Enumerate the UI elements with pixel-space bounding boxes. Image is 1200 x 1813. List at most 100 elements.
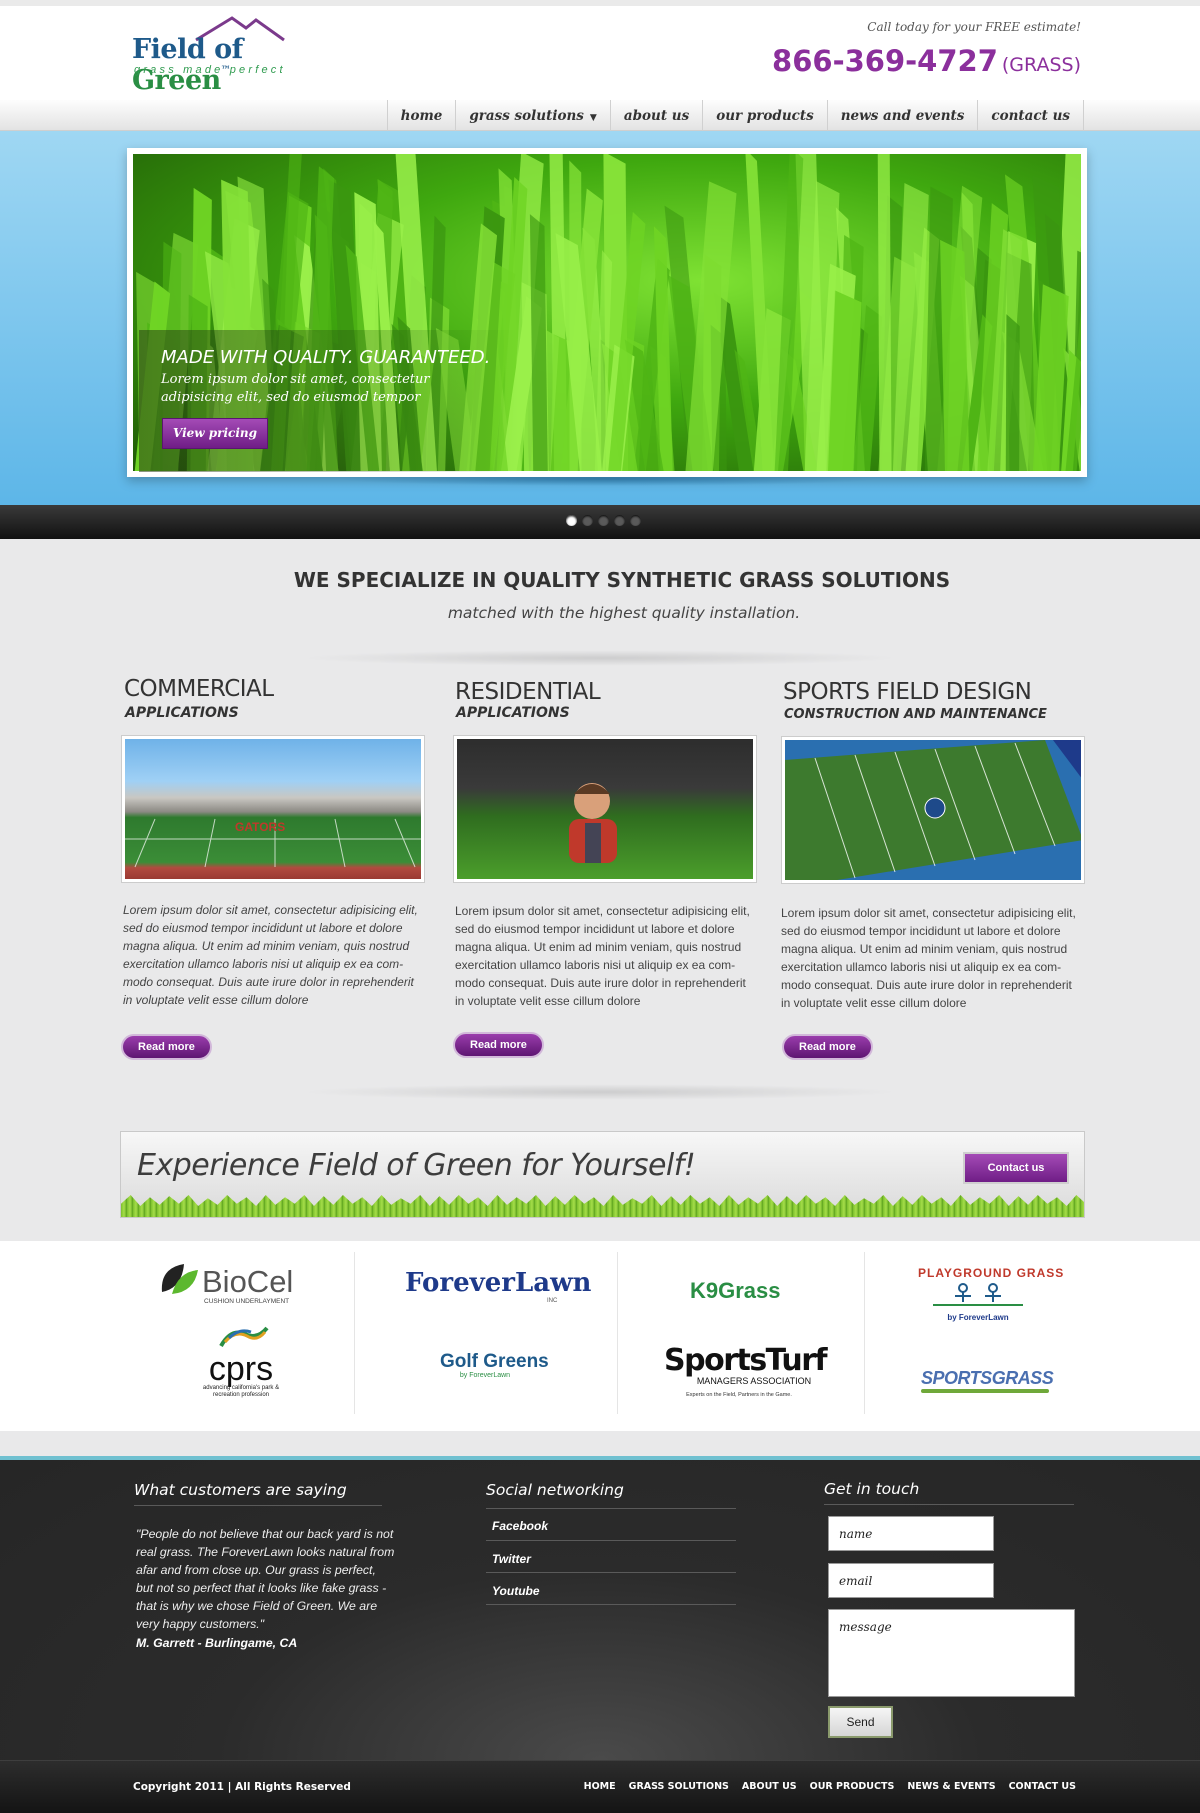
nav-bar: home grass solutions ▼ about us our produ…	[0, 100, 1200, 131]
footer-divider	[824, 1504, 1074, 1505]
footer-nav-about-us[interactable]: ABOUT US	[742, 1781, 797, 1792]
footer-divider	[486, 1540, 736, 1541]
nav-home[interactable]: home	[386, 100, 456, 131]
logo-text-field: Field of	[132, 34, 243, 65]
facebook-link[interactable]: Facebook	[492, 1519, 548, 1533]
nav-about-label: about us	[623, 108, 690, 124]
cprs-wordmark: cprs	[208, 1350, 274, 1388]
golf-greens-subtitle: by ForeverLawn	[459, 1372, 511, 1379]
cprs-flag-icon	[219, 1326, 269, 1348]
partner-separator	[864, 1252, 865, 1414]
footer-nav-home[interactable]: HOME	[584, 1781, 616, 1792]
commercial-description: Lorem ipsum dolor sit amet, consectetur …	[123, 903, 418, 1007]
message-field[interactable]: message	[828, 1609, 1075, 1697]
footer-nav-contact-us[interactable]: CONTACT US	[1009, 1781, 1076, 1792]
commercial-stadium-image: GATORS	[121, 735, 425, 883]
sports-field-heading: SPORTS FIELD DESIGN	[783, 679, 1032, 705]
copyright-text: Copyright 2011 | All Rights Reserved	[133, 1781, 351, 1793]
nav-grass-solutions[interactable]: grass solutions ▼	[455, 100, 609, 131]
residential-description: Lorem ipsum dolor sit amet, consectetur …	[455, 904, 750, 1008]
partner-separator	[354, 1252, 355, 1414]
foreverlawn-logo[interactable]: ForeverLawn INC	[405, 1268, 592, 1304]
playground-kids-icon	[933, 1283, 1023, 1306]
email-field[interactable]: email	[828, 1563, 994, 1598]
sports-field-read-more-button[interactable]: Read more	[782, 1034, 873, 1060]
golf-greens-logo[interactable]: Golf Greens by ForeverLawn	[440, 1352, 549, 1380]
logo-tagline: grass made perfect	[134, 64, 286, 76]
phone-number[interactable]: 866-369-4727 (GRASS)	[772, 44, 1081, 78]
contact-heading: Get in touch	[824, 1480, 920, 1498]
commercial-subheading: APPLICATIONS	[125, 705, 239, 721]
phone-digits: 866-369-4727	[772, 44, 998, 78]
sportsturf-logo[interactable]: SportsTurf MANAGERS ASSOCIATION Experts …	[664, 1343, 828, 1399]
experience-banner: Experience Field of Green for Yourself! …	[120, 1131, 1085, 1218]
footer-divider	[486, 1604, 736, 1605]
slider-dot-5[interactable]	[630, 515, 641, 526]
nav-products-label: our products	[716, 108, 814, 124]
contact-us-button[interactable]: Contact us	[963, 1152, 1069, 1184]
stadium-field-lines: GATORS	[125, 818, 421, 868]
site-logo[interactable]: Field of Green™ grass made perfect	[132, 14, 312, 96]
estimate-tagline: Call today for your FREE estimate!	[867, 20, 1081, 34]
foreverlawn-wordmark: ForeverLawn	[405, 1268, 592, 1298]
quote-author: M. Garrett - Burlingame, CA	[136, 1636, 298, 1650]
slider-dot-3[interactable]	[598, 515, 609, 526]
sportsgrass-underline	[921, 1389, 1049, 1393]
foreverlawn-subtitle: INC	[547, 1298, 558, 1304]
biocel-subtitle: CUSHION UNDERLAYMENT	[204, 1298, 290, 1305]
nav-contact-label: contact us	[991, 108, 1070, 124]
sportsgrass-logo[interactable]: SPORTSGRASS	[921, 1368, 1054, 1393]
hero-text: Lorem ipsum dolor sit amet, consectetur …	[161, 372, 430, 405]
footer-nav-our-products[interactable]: OUR PRODUCTS	[810, 1781, 895, 1792]
commercial-heading: COMMERCIAL	[124, 676, 274, 702]
football-field-illustration	[785, 740, 1081, 880]
residential-subheading: APPLICATIONS	[456, 705, 570, 721]
commercial-read-more-button[interactable]: Read more	[121, 1034, 212, 1060]
slider-dot-4[interactable]	[614, 515, 625, 526]
biocel-wordmark: BioCel	[202, 1264, 294, 1299]
footer-nav-grass-solutions[interactable]: GRASS SOLUTIONS	[629, 1781, 729, 1792]
view-pricing-button[interactable]: View pricing	[162, 418, 268, 449]
child-on-grass-illustration	[569, 783, 617, 863]
section-divider	[300, 650, 900, 666]
biocel-leaf-icon	[161, 1264, 198, 1294]
name-field[interactable]: name	[828, 1516, 994, 1551]
main-nav: home grass solutions ▼ about us our produ…	[386, 100, 1084, 131]
footer-divider	[486, 1572, 736, 1573]
twitter-link[interactable]: Twitter	[492, 1552, 531, 1566]
nav-about-us[interactable]: about us	[609, 100, 702, 131]
nav-news-and-events[interactable]: news and events	[826, 100, 978, 131]
specialize-subheading: matched with the highest quality install…	[447, 604, 801, 622]
residential-read-more-button[interactable]: Read more	[453, 1032, 544, 1058]
customer-quote: "People do not believe that our back yar…	[136, 1527, 395, 1631]
sportsturf-wordmark: SportsTurf	[664, 1343, 828, 1378]
nav-contact-us[interactable]: contact us	[977, 100, 1084, 131]
sports-field-aerial-image	[781, 736, 1085, 884]
specialize-heading: WE SPECIALIZE IN QUALITY SYNTHETIC GRASS…	[293, 568, 951, 592]
k9grass-logo[interactable]: K9Grass	[690, 1278, 781, 1304]
grass-border-decoration	[121, 1195, 1084, 1217]
sportsturf-tagline: Experts on the Field, Partners in the Ga…	[686, 1392, 792, 1398]
phone-suffix: (GRASS)	[1001, 54, 1081, 76]
slider-dot-2[interactable]	[582, 515, 593, 526]
social-heading: Social networking	[486, 1481, 624, 1499]
footer-nav-news-events[interactable]: NEWS & EVENTS	[907, 1781, 995, 1792]
send-button[interactable]: Send	[828, 1706, 893, 1738]
footer-nav: HOME GRASS SOLUTIONS ABOUT US OUR PRODUC…	[584, 1781, 1076, 1792]
slider-dot-1[interactable]	[566, 515, 577, 526]
experience-text: Experience Field of Green for Yourself!	[137, 1148, 696, 1183]
playground-grass-logo[interactable]: PLAYGROUND GRASS by ForeverLawn	[918, 1266, 1065, 1322]
svg-text:GATORS: GATORS	[235, 820, 285, 834]
playground-grass-wordmark: PLAYGROUND GRASS	[918, 1266, 1065, 1280]
nav-our-products[interactable]: our products	[702, 100, 827, 131]
partner-separator	[617, 1252, 618, 1414]
sportsgrass-wordmark: SPORTSGRASS	[921, 1368, 1054, 1388]
nav-grass-solutions-label: grass solutions	[469, 108, 584, 124]
sportsturf-subtitle: MANAGERS ASSOCIATION	[696, 1376, 812, 1386]
nav-home-label: home	[400, 108, 443, 124]
chevron-down-icon: ▼	[589, 113, 597, 123]
sports-field-description: Lorem ipsum dolor sit amet, consectetur …	[781, 906, 1076, 1010]
cprs-logo[interactable]: cprs advancing california's park & recre…	[196, 1326, 286, 1399]
footer-divider	[486, 1508, 736, 1509]
youtube-link[interactable]: Youtube	[492, 1584, 540, 1598]
